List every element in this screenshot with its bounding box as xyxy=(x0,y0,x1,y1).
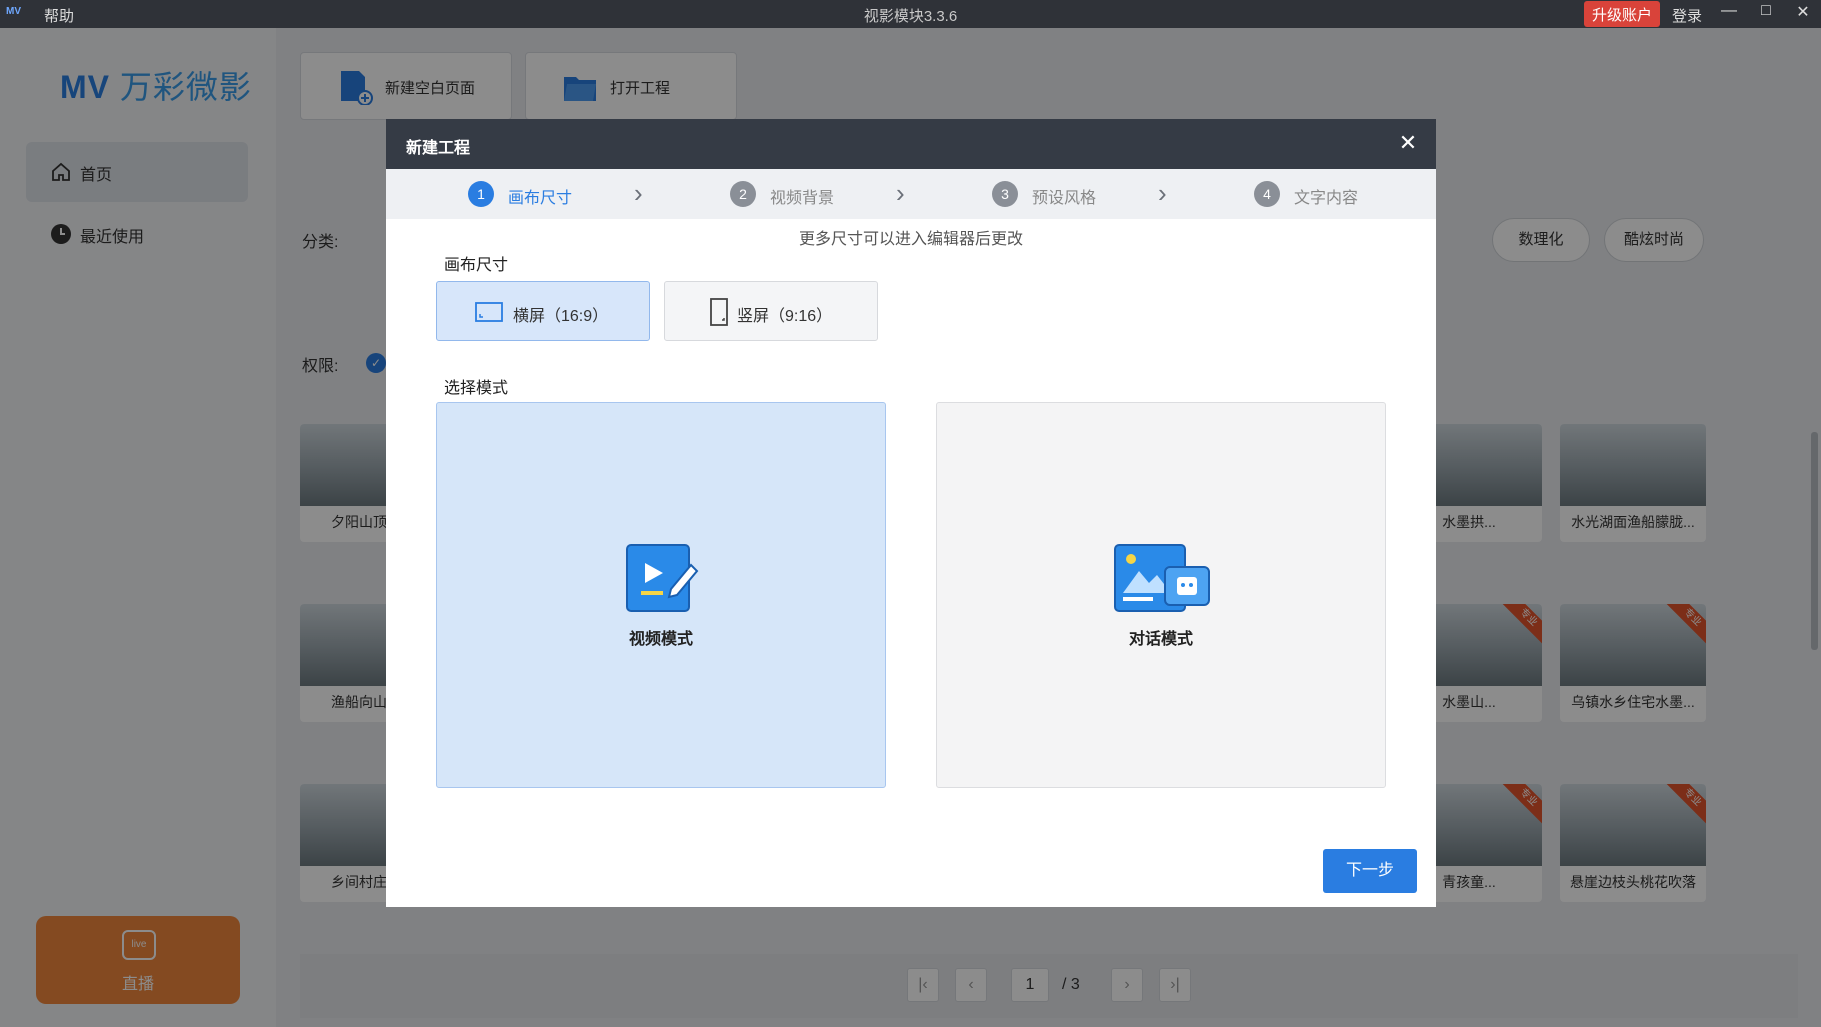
chat-robot-icon xyxy=(1114,544,1210,612)
landscape-option[interactable]: 横屏（16:9） xyxy=(436,281,650,341)
title-bar: MV 帮助 视影模块3.3.6 升级账户 登录 — □ ✕ xyxy=(0,0,1821,28)
step-label: 预设风格 xyxy=(1032,190,1097,207)
close-icon[interactable]: ✕ xyxy=(1788,2,1818,26)
chevron-right-icon: › xyxy=(634,178,643,208)
video-mode-label: 视频模式 xyxy=(628,631,693,648)
step-number: 1 xyxy=(468,181,494,207)
step-label: 视频背景 xyxy=(770,190,835,207)
video-mode-card[interactable]: 视频模式 xyxy=(436,402,886,788)
maximize-icon[interactable]: □ xyxy=(1751,2,1781,26)
chat-mode-label: 对话模式 xyxy=(1128,631,1193,648)
new-project-dialog: 新建工程 ✕ 1 画布尺寸 › 2 视频背景 › 3 预设风格 › 4 文字内容… xyxy=(386,119,1436,907)
chevron-right-icon: › xyxy=(1158,178,1167,208)
size-hint: 更多尺寸可以进入编辑器后更改 xyxy=(798,231,1023,248)
step-number: 3 xyxy=(992,181,1018,207)
landscape-screen-icon xyxy=(475,302,503,322)
chat-mode-card[interactable]: 对话模式 xyxy=(936,402,1386,788)
portrait-label: 竖屏（9:16） xyxy=(737,308,833,325)
upgrade-account-button[interactable]: 升级账户 xyxy=(1584,1,1661,27)
landscape-label: 横屏（16:9） xyxy=(513,308,609,325)
step-label: 画布尺寸 xyxy=(508,190,573,207)
window-title: 视影模块3.3.6 xyxy=(863,8,958,25)
portrait-option[interactable]: 竖屏（9:16） xyxy=(664,281,878,341)
video-edit-icon xyxy=(626,544,699,612)
login-button[interactable]: 登录 xyxy=(1672,5,1702,26)
stepper: 1 画布尺寸 › 2 视频背景 › 3 预设风格 › 4 文字内容 xyxy=(386,169,1436,219)
step-number: 2 xyxy=(730,181,756,207)
minimize-icon[interactable]: — xyxy=(1714,2,1744,26)
mode-heading: 选择模式 xyxy=(444,380,509,397)
canvas-size-heading: 画布尺寸 xyxy=(444,257,509,274)
dialog-close-icon[interactable]: ✕ xyxy=(1394,129,1422,157)
step-number: 4 xyxy=(1254,181,1280,207)
chevron-right-icon: › xyxy=(896,178,905,208)
portrait-screen-icon xyxy=(710,298,728,326)
dialog-header: 新建工程 ✕ xyxy=(386,119,1436,169)
step-label: 文字内容 xyxy=(1294,190,1359,207)
next-step-button[interactable]: 下一步 xyxy=(1323,849,1417,893)
dialog-title: 新建工程 xyxy=(406,140,471,157)
